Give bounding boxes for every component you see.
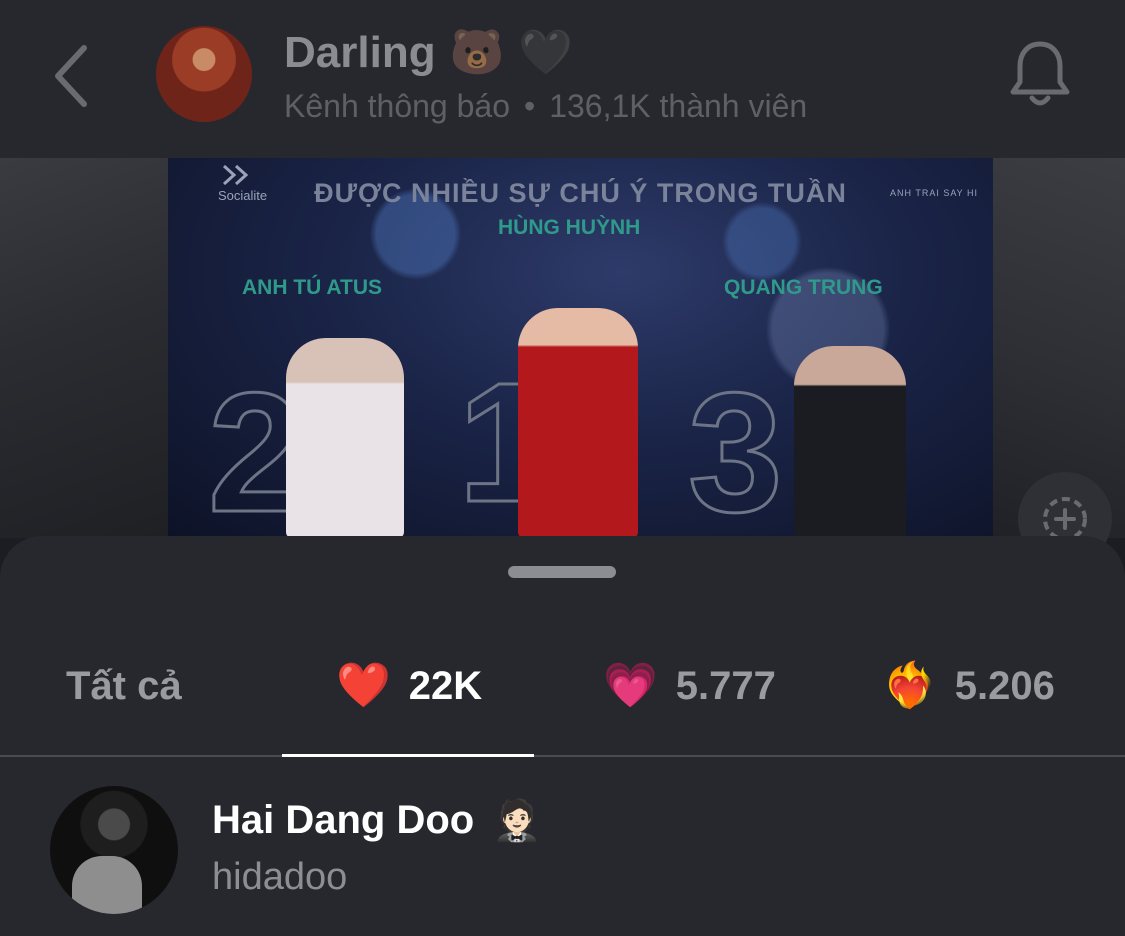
- tab-pink-heart-count: 5.777: [675, 663, 776, 708]
- red-heart-icon: ❤️: [336, 660, 391, 711]
- channel-title-row[interactable]: Darling 🐻 🖤: [284, 26, 573, 80]
- tab-pink-heart[interactable]: 💗 5.777: [603, 658, 776, 714]
- channel-avatar[interactable]: [156, 26, 252, 122]
- user-name-emoji: 🤵🏻: [492, 797, 543, 844]
- user-avatar[interactable]: [50, 786, 178, 914]
- rank3-name: QUANG TRUNG: [724, 276, 883, 299]
- tab-divider: [0, 755, 1125, 757]
- chevron-left-icon: [55, 45, 87, 107]
- post-image[interactable]: Socialite ANH TRAI SAY HI ĐƯỢC NHIỀU SỰ …: [168, 158, 993, 538]
- image-headline: ĐƯỢC NHIỀU SỰ CHÚ Ý TRONG TUẦN: [314, 178, 847, 208]
- tab-heart[interactable]: ❤️ 22K: [336, 658, 482, 714]
- reaction-user-row[interactable]: Hai Dang Doo 🤵🏻 hidadoo: [0, 780, 1125, 920]
- pink-heart-icon: 💗: [603, 660, 658, 711]
- tab-all[interactable]: Tất cả: [66, 658, 182, 714]
- channel-type: Kênh thông báo: [284, 88, 510, 124]
- back-button[interactable]: [40, 40, 100, 110]
- rank2-name: ANH TÚ ATUS: [242, 276, 382, 299]
- notification-button[interactable]: [1005, 38, 1075, 110]
- user-display-name: Hai Dang Doo: [212, 798, 475, 842]
- reactions-sheet: Tất cả ❤️ 22K 💗 5.777 ❤️‍🔥 5.206 Hai Dan…: [0, 536, 1125, 936]
- rank3-figure: [794, 346, 906, 538]
- tab-heart-on-fire[interactable]: ❤️‍🔥 5.206: [882, 658, 1055, 714]
- tab-heart-on-fire-count: 5.206: [954, 663, 1055, 708]
- rank1-figure: [518, 308, 638, 538]
- rank2-figure: [286, 338, 404, 538]
- sheet-drag-handle[interactable]: [508, 566, 616, 578]
- channel-name: Darling: [284, 28, 436, 77]
- tab-all-label: Tất cả: [66, 663, 182, 708]
- channel-header: Darling 🐻 🖤 Kênh thông báo • 136,1K thành …: [0, 0, 1125, 158]
- tab-heart-count: 22K: [408, 663, 483, 708]
- user-name-row: Hai Dang Doo 🤵🏻: [212, 798, 542, 843]
- user-handle: hidadoo: [212, 856, 348, 898]
- member-count: 136,1K thành viên: [549, 88, 808, 124]
- rank1-name: HÙNG HUỲNH: [498, 216, 641, 239]
- active-tab-indicator: [282, 754, 534, 757]
- separator-dot: •: [523, 88, 536, 124]
- previous-media-preview: [0, 158, 168, 538]
- channel-emojis: 🐻 🖤: [449, 27, 574, 78]
- rank3-number: 3: [687, 358, 785, 539]
- channel-subtitle: Kênh thông báo • 136,1K thành viên: [284, 88, 807, 125]
- bell-icon: [1010, 41, 1070, 106]
- heart-on-fire-icon: ❤️‍🔥: [882, 660, 937, 711]
